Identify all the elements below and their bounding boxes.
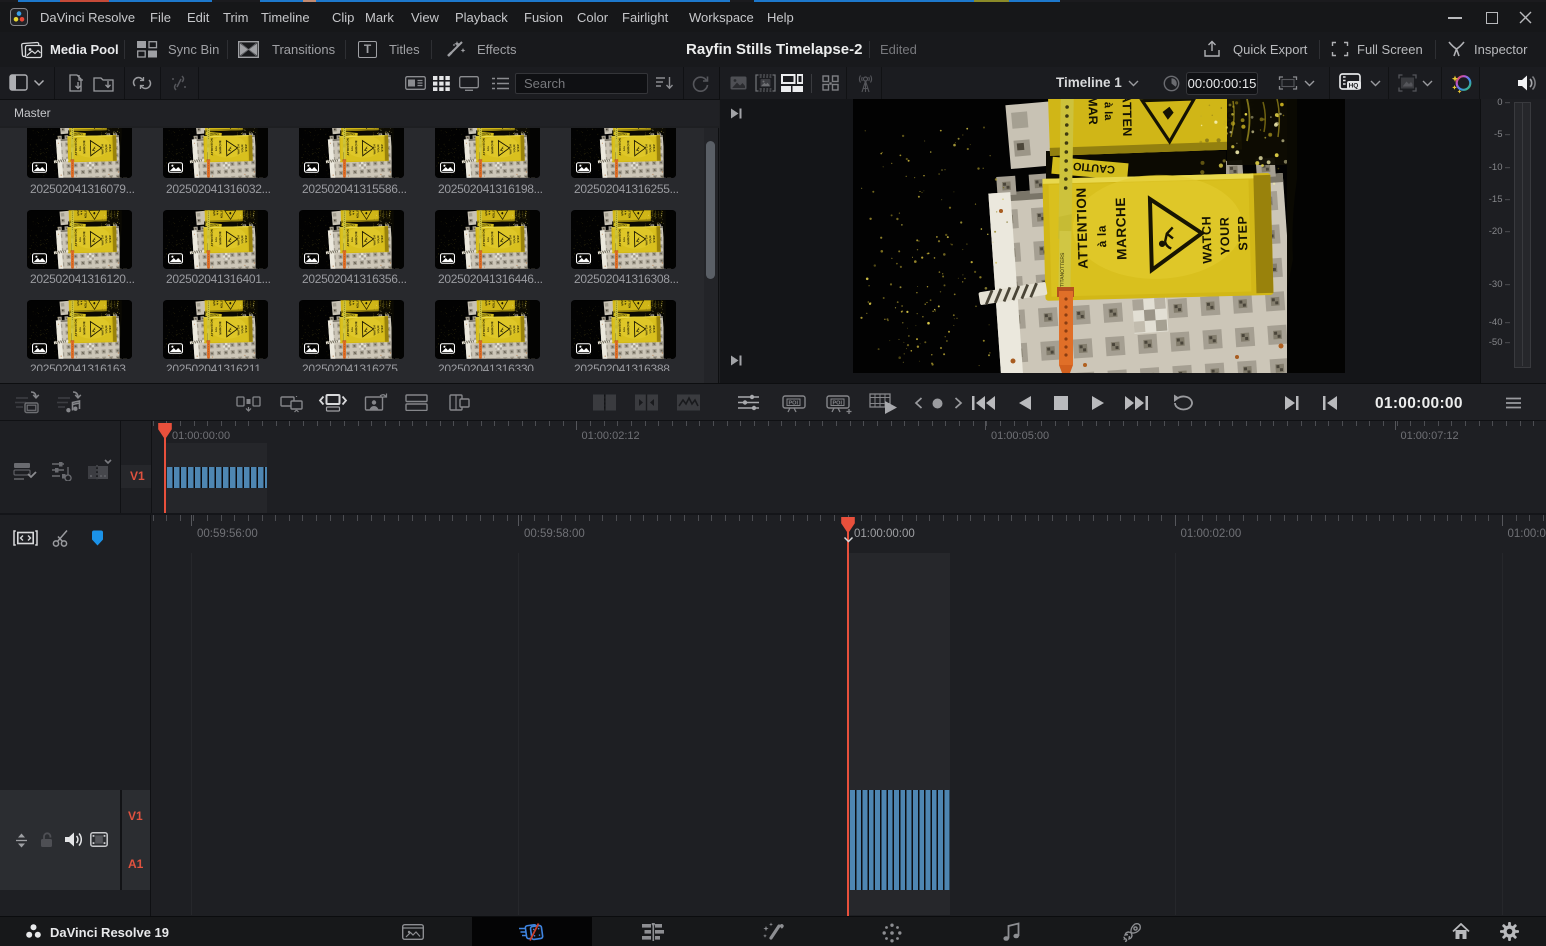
svg-text:POI: POI [789, 401, 799, 407]
svg-text:HQ: HQ [1349, 83, 1359, 90]
svg-text:POI: POI [833, 401, 843, 407]
